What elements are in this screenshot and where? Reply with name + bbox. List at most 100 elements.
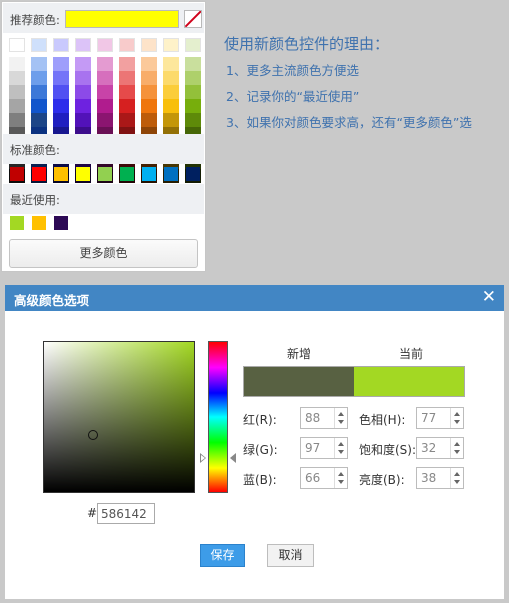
recent-color-swatch[interactable]: [32, 216, 46, 230]
color-swatch[interactable]: [31, 99, 47, 113]
save-button[interactable]: 保存: [200, 544, 245, 567]
color-swatch[interactable]: [53, 71, 69, 85]
down-icon[interactable]: [454, 420, 460, 424]
saturation-stepper[interactable]: [450, 438, 463, 458]
color-swatch[interactable]: [119, 71, 135, 85]
color-swatch[interactable]: [163, 113, 179, 127]
color-swatch[interactable]: [163, 57, 179, 71]
color-swatch[interactable]: [75, 38, 91, 52]
color-swatch[interactable]: [141, 99, 157, 113]
current-color-swatch[interactable]: [354, 367, 464, 396]
green-stepper[interactable]: [334, 438, 347, 458]
color-swatch[interactable]: [53, 38, 69, 52]
color-swatch[interactable]: [97, 57, 113, 71]
hue-arrow-left-icon[interactable]: [200, 453, 206, 463]
color-swatch[interactable]: [163, 38, 179, 52]
color-swatch[interactable]: [119, 99, 135, 113]
color-swatch[interactable]: [119, 38, 135, 52]
up-icon[interactable]: [454, 442, 460, 446]
color-swatch[interactable]: [119, 113, 135, 127]
up-icon[interactable]: [454, 412, 460, 416]
up-icon[interactable]: [454, 472, 460, 476]
color-swatch[interactable]: [185, 113, 201, 127]
hue-stepper[interactable]: [450, 408, 463, 428]
color-swatch[interactable]: [163, 71, 179, 85]
standard-color-swatch[interactable]: [120, 167, 134, 181]
color-swatch[interactable]: [53, 99, 69, 113]
color-swatch[interactable]: [31, 57, 47, 71]
color-swatch[interactable]: [163, 99, 179, 113]
color-swatch[interactable]: [119, 57, 135, 71]
up-icon[interactable]: [338, 412, 344, 416]
color-swatch[interactable]: [75, 99, 91, 113]
down-icon[interactable]: [338, 450, 344, 454]
color-swatch[interactable]: [9, 71, 25, 85]
color-swatch[interactable]: [75, 57, 91, 71]
standard-color-swatch[interactable]: [98, 167, 112, 181]
color-swatch[interactable]: [141, 57, 157, 71]
recent-color-swatch[interactable]: [54, 216, 68, 230]
color-swatch[interactable]: [9, 113, 25, 127]
color-swatch[interactable]: [185, 85, 201, 99]
color-swatch[interactable]: [53, 85, 69, 99]
color-swatch[interactable]: [141, 113, 157, 127]
color-swatch[interactable]: [53, 113, 69, 127]
up-icon[interactable]: [338, 442, 344, 446]
recommended-color-swatch[interactable]: [65, 10, 179, 28]
cancel-button[interactable]: 取消: [267, 544, 314, 567]
down-icon[interactable]: [338, 420, 344, 424]
hue-input[interactable]: 77: [416, 407, 464, 429]
picker-handle[interactable]: [88, 430, 98, 440]
red-stepper[interactable]: [334, 408, 347, 428]
color-swatch[interactable]: [75, 71, 91, 85]
hue-slider[interactable]: [208, 341, 228, 493]
saturation-value-picker[interactable]: [43, 341, 195, 493]
more-colors-button[interactable]: 更多颜色: [9, 239, 198, 268]
color-swatch[interactable]: [185, 99, 201, 113]
color-swatch[interactable]: [97, 85, 113, 99]
color-swatch[interactable]: [185, 57, 201, 71]
recent-color-swatch[interactable]: [10, 216, 24, 230]
color-swatch[interactable]: [185, 71, 201, 85]
standard-color-swatch[interactable]: [76, 167, 90, 181]
no-color-button[interactable]: [184, 10, 202, 28]
color-swatch[interactable]: [185, 38, 201, 52]
brightness-stepper[interactable]: [450, 468, 463, 488]
up-icon[interactable]: [338, 472, 344, 476]
red-input[interactable]: 88: [300, 407, 348, 429]
color-swatch[interactable]: [9, 99, 25, 113]
standard-color-swatch[interactable]: [186, 167, 200, 181]
color-swatch[interactable]: [141, 71, 157, 85]
close-icon[interactable]: ✕: [482, 287, 496, 307]
color-swatch[interactable]: [97, 71, 113, 85]
green-input[interactable]: 97: [300, 437, 348, 459]
color-swatch[interactable]: [53, 57, 69, 71]
color-swatch[interactable]: [97, 38, 113, 52]
saturation-input[interactable]: 32: [416, 437, 464, 459]
color-swatch[interactable]: [119, 85, 135, 99]
color-swatch[interactable]: [31, 113, 47, 127]
hue-arrow-right-icon[interactable]: [230, 453, 236, 463]
color-swatch[interactable]: [163, 85, 179, 99]
color-swatch[interactable]: [9, 57, 25, 71]
down-icon[interactable]: [454, 450, 460, 454]
color-swatch[interactable]: [97, 99, 113, 113]
down-icon[interactable]: [338, 480, 344, 484]
standard-color-swatch[interactable]: [142, 167, 156, 181]
standard-color-swatch[interactable]: [54, 167, 68, 181]
blue-input[interactable]: 66: [300, 467, 348, 489]
color-swatch[interactable]: [31, 71, 47, 85]
brightness-input[interactable]: 38: [416, 467, 464, 489]
color-swatch[interactable]: [97, 113, 113, 127]
color-swatch[interactable]: [9, 85, 25, 99]
color-swatch[interactable]: [9, 38, 25, 52]
blue-stepper[interactable]: [334, 468, 347, 488]
hex-input[interactable]: [97, 503, 155, 524]
standard-color-swatch[interactable]: [164, 167, 178, 181]
color-swatch[interactable]: [141, 85, 157, 99]
color-swatch[interactable]: [31, 85, 47, 99]
color-swatch[interactable]: [141, 38, 157, 52]
down-icon[interactable]: [454, 480, 460, 484]
standard-color-swatch[interactable]: [10, 167, 24, 181]
color-swatch[interactable]: [31, 38, 47, 52]
